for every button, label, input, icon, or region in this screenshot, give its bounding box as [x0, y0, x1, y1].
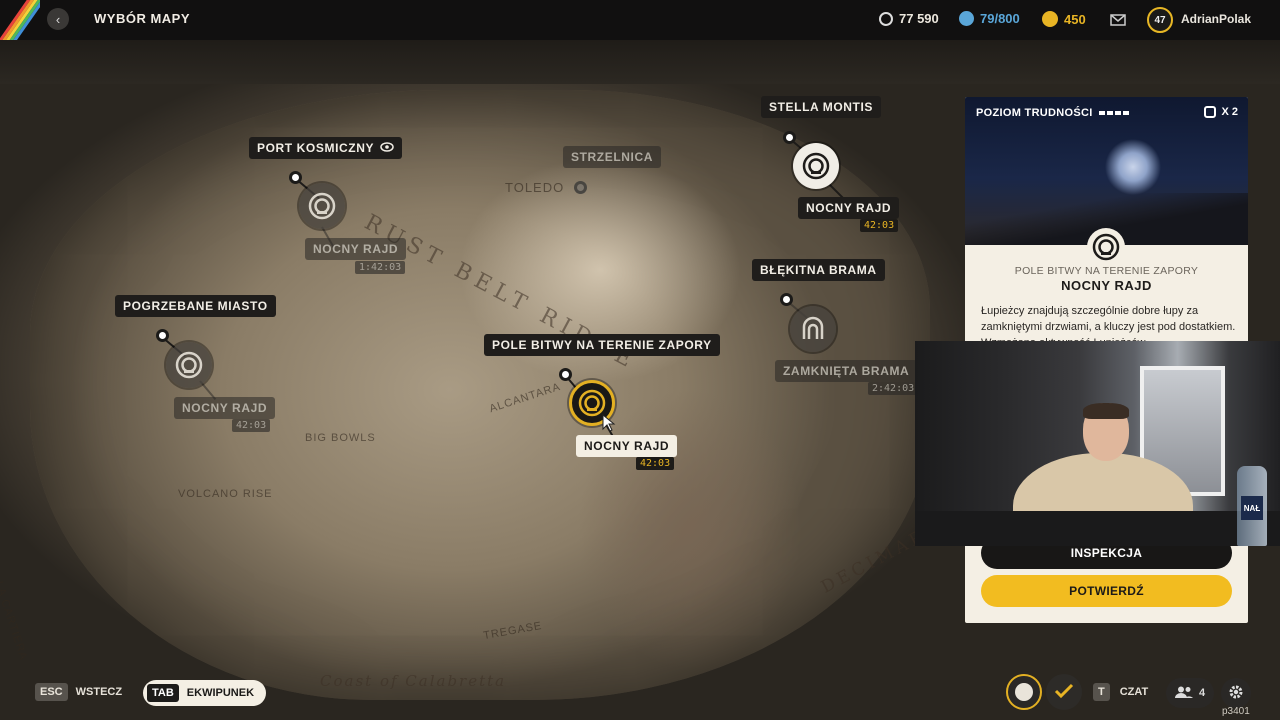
region-label-big-bowls: BIG BOWLS [305, 432, 376, 444]
event-timer: 42:03 [232, 419, 271, 432]
reward-multiplier: X 2 [1204, 106, 1238, 118]
currency-credits-value: 77 590 [899, 11, 939, 26]
currency-blue-value: 79/800 [980, 11, 1020, 26]
gold-coin-icon [1042, 11, 1058, 27]
event-label: NOCNY RAJD [305, 238, 407, 260]
difficulty-indicator: POZIOM TRUDNOŚCI [976, 107, 1129, 119]
token-icon [959, 11, 974, 26]
event-timer: 42:03 [860, 219, 899, 232]
location-label-port-kosmiczny[interactable]: PORT KOSMICZNY [249, 137, 403, 159]
inventory-button[interactable]: TAB EKWIPUNEK [143, 680, 267, 706]
event-title: NOCNY RAJD [1061, 278, 1152, 293]
night-raid-icon[interactable] [166, 342, 212, 388]
hair [1083, 403, 1129, 419]
region-label-volcano-rise: VOLCANO RISE [178, 488, 273, 500]
loot-icon [1204, 106, 1217, 118]
location-pin[interactable] [156, 329, 169, 342]
event-label: NOCNY RAJD [576, 435, 678, 457]
desk [915, 511, 1280, 546]
check-icon [1054, 683, 1074, 702]
night-raid-icon [1087, 228, 1125, 266]
webcam-overlay: NAŁ [915, 341, 1280, 546]
difficulty-label: POZIOM TRUDNOŚCI [976, 107, 1093, 119]
party-icon [1174, 686, 1193, 701]
back-button[interactable]: ‹ [47, 8, 69, 30]
inventory-label: EKWIPUNEK [186, 687, 255, 699]
night-sky-image [965, 97, 1248, 245]
chat-hint[interactable]: T CZAT [1093, 683, 1148, 701]
mail-icon[interactable] [1110, 13, 1126, 26]
location-pin[interactable] [783, 131, 796, 144]
bottle-label: NAŁ [1241, 496, 1263, 520]
event-timer: 42:03 [636, 457, 675, 470]
avatar-icon [1015, 683, 1033, 701]
night-raid-icon[interactable] [793, 143, 839, 189]
water-bottle: NAŁ [1237, 466, 1267, 546]
t-key: T [1093, 683, 1110, 701]
mouse-cursor-icon [602, 413, 616, 437]
gear-icon [1228, 684, 1244, 703]
region-label-toledo: TOLEDO [505, 180, 565, 195]
back-hint-label: WSTECZ [75, 686, 123, 698]
night-raid-icon[interactable] [299, 183, 345, 229]
chevron-left-icon: ‹ [55, 11, 61, 27]
username[interactable]: AdrianPolak [1181, 12, 1251, 26]
page-title: WYBÓR MAPY [94, 11, 190, 26]
location-pin[interactable] [780, 293, 793, 306]
region-label-coast: Coast of Calabretta [320, 672, 507, 690]
ready-check-button[interactable] [1046, 674, 1082, 710]
location-label-blekitna-brama[interactable]: BŁĘKITNA BRAMA [752, 259, 885, 281]
location-pin[interactable] [289, 171, 302, 184]
location-label-stella-montis[interactable]: STELLA MONTIS [761, 96, 882, 118]
multiplier-value: X 2 [1221, 106, 1238, 118]
party-button[interactable]: 4 [1166, 678, 1214, 708]
event-timer: 1:42:03 [355, 261, 406, 274]
confirm-button[interactable]: POTWIERDŹ [981, 575, 1232, 607]
currency-gold-value: 450 [1064, 11, 1086, 27]
event-label: NOCNY RAJD [798, 197, 900, 219]
locked-gate-icon[interactable] [790, 306, 836, 352]
build-version: p3401 [1222, 706, 1250, 717]
party-count: 4 [1198, 687, 1206, 699]
back-hint[interactable]: ESC WSTECZ [35, 683, 122, 701]
event-timer: 2:42:03 [868, 382, 919, 395]
settings-button[interactable] [1221, 678, 1251, 708]
top-bar: ‹ WYBÓR MAPY 77 590 79/800 450 47 Adrian… [0, 0, 1280, 40]
currency-blue: 79/800 [959, 11, 1020, 26]
esc-key: ESC [35, 683, 68, 701]
location-name: PORT KOSMICZNY [257, 141, 375, 155]
region-label-la-cartiera: LA CARTIERA [0, 580, 30, 663]
chat-label: CZAT [1119, 686, 1149, 698]
map-landmass [30, 90, 930, 700]
location-label-pogrzebane-miasto[interactable]: POGRZEBANE MIASTO [115, 295, 276, 317]
currency-credits: 77 590 [879, 11, 939, 26]
difficulty-pips [1098, 111, 1129, 115]
location-label-pole-bitwy[interactable]: POLE BITWY NA TERENIE ZAPORY [484, 334, 720, 356]
tab-key: TAB [147, 684, 179, 702]
eye-icon [380, 141, 394, 155]
location-label-strzelnica[interactable]: STRZELNICA [563, 146, 661, 168]
player-level-badge: 47 [1147, 7, 1173, 33]
character-avatar[interactable] [1006, 674, 1042, 710]
map-frame-rail [0, 40, 1280, 84]
event-label: ZAMKNIĘTA BRAMA [775, 360, 918, 382]
currency-gold: 450 [1042, 11, 1086, 27]
rainbow-stripe-logo [0, 0, 40, 40]
event-label: NOCNY RAJD [174, 397, 276, 419]
coin-icon [879, 11, 893, 26]
event-location: POLE BITWY NA TERENIE ZAPORY [1014, 265, 1199, 277]
location-pin[interactable] [574, 181, 587, 194]
location-pin[interactable] [559, 368, 572, 381]
